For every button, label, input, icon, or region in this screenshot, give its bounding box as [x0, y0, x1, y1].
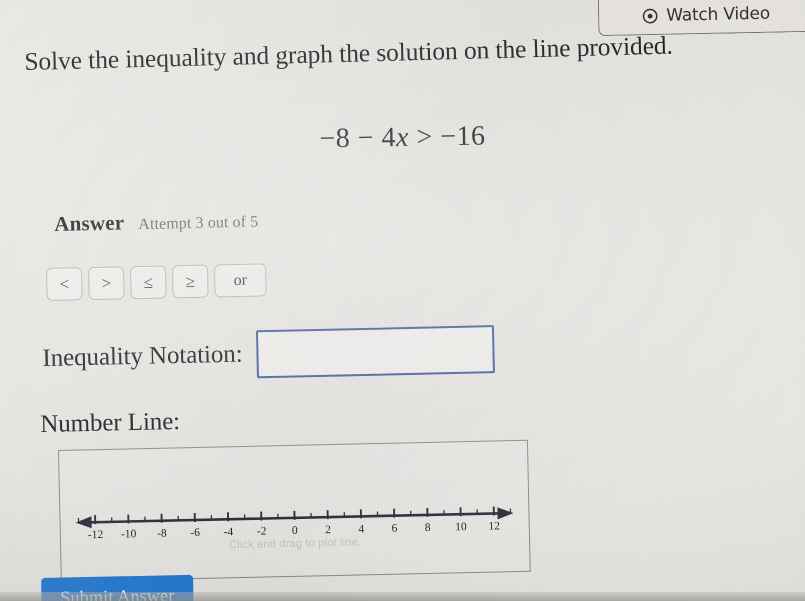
equation-lhs-constant: −8	[319, 122, 351, 155]
equation-coefficient: 4	[381, 122, 397, 154]
less-than-button[interactable]: <	[46, 267, 83, 301]
operator-button-group: < > ≤ ≥ or	[46, 263, 267, 301]
svg-text:8: 8	[425, 522, 431, 534]
svg-text:-12: -12	[88, 529, 104, 541]
svg-text:-4: -4	[223, 526, 233, 538]
equation-minus-sign: −	[357, 122, 375, 154]
submit-answer-button[interactable]: Submit Answer	[41, 574, 194, 601]
number-line-label: Number Line:	[40, 407, 181, 438]
watch-video-label: Watch Video	[666, 3, 771, 26]
inequality-notation-input[interactable]	[255, 325, 495, 379]
svg-text:-6: -6	[190, 527, 200, 539]
greater-than-button[interactable]: >	[87, 266, 125, 301]
svg-text:2: 2	[325, 524, 331, 536]
or-button[interactable]: or	[213, 263, 267, 298]
svg-text:-8: -8	[157, 528, 167, 540]
attempt-counter: Attempt 3 out of 5	[138, 213, 259, 234]
inequality-notation-row: Inequality Notation:	[42, 325, 495, 383]
svg-text:0: 0	[292, 525, 298, 537]
equation-relation: >	[416, 121, 434, 153]
inequality-notation-label: Inequality Notation:	[42, 340, 243, 372]
question-screen: Watch Video Solve the inequality and gra…	[0, 0, 805, 601]
less-than-or-equal-button[interactable]: ≤	[129, 265, 167, 300]
greater-than-or-equal-button[interactable]: ≥	[171, 264, 209, 299]
answer-title: Answer	[54, 210, 125, 236]
play-circle-icon	[642, 0, 659, 24]
svg-text:10: 10	[455, 521, 467, 533]
equation-variable: x	[395, 121, 410, 154]
svg-text:-10: -10	[121, 528, 137, 540]
number-line-plot-area[interactable]: -12 -10 -8 -6 -4 -2 0 2 4 6 8 10 12 Click and drag t…	[58, 439, 531, 582]
equation-rhs: −16	[439, 120, 486, 153]
question-prompt: Solve the inequality and graph the solut…	[24, 30, 674, 76]
answer-header: Answer Attempt 3 out of 5	[54, 208, 259, 237]
svg-text:12: 12	[488, 520, 500, 532]
svg-text:4: 4	[358, 523, 364, 535]
svg-text:6: 6	[391, 523, 397, 535]
inequality-expression: −8 − 4x > −16	[0, 115, 805, 161]
number-line-svg: -12 -10 -8 -6 -4 -2 0 2 4 6 8 10 12	[75, 506, 514, 541]
svg-text:-2: -2	[257, 525, 267, 537]
